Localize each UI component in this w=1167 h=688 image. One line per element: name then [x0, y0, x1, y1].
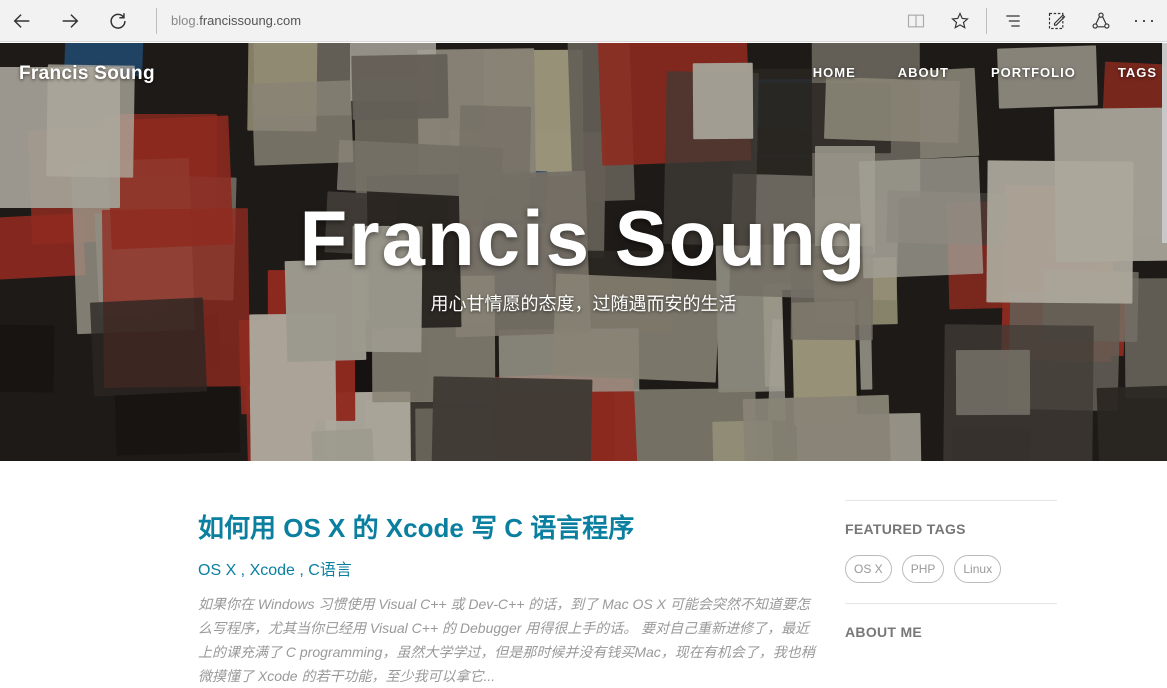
back-button[interactable]	[2, 0, 42, 42]
post-tags[interactable]: OS X , Xcode , C语言	[198, 556, 818, 580]
about-me-heading: ABOUT ME	[845, 624, 923, 640]
reading-view-button[interactable]	[894, 0, 938, 42]
more-button[interactable]: ···	[1123, 0, 1167, 42]
address-bar[interactable]: blog.francissoung.com	[171, 8, 894, 34]
post-title-link[interactable]: 如何用 OS X 的 Xcode 写 C 语言程序	[198, 512, 818, 544]
browser-tools: ···	[894, 0, 1167, 42]
tag-osx[interactable]: OS X	[845, 555, 892, 583]
tools-divider	[986, 7, 987, 34]
nav-home[interactable]: HOME	[813, 65, 856, 80]
arrow-right-icon	[62, 13, 79, 28]
featured-tags-heading: FEATURED TAGS	[845, 521, 966, 537]
page-scrollbar[interactable]	[1162, 43, 1167, 243]
featured-tags-list: OS X PHP Linux	[845, 555, 1057, 583]
hero-title: Francis Soung	[299, 194, 868, 282]
browser-toolbar: blog.francissoung.com ···	[0, 0, 1167, 42]
refresh-icon	[110, 12, 126, 29]
hamburger-icon	[1006, 14, 1020, 27]
post-preview: 如何用 OS X 的 Xcode 写 C 语言程序 OS X , Xcode ,…	[198, 512, 818, 688]
sidebar-divider	[845, 603, 1057, 604]
tag-php[interactable]: PHP	[901, 555, 945, 583]
hero-banner: Francis Soung HOME ABOUT PORTFOLIO TAGS …	[0, 43, 1167, 461]
more-dots-icon: ···	[1133, 10, 1157, 30]
address-divider	[156, 7, 157, 34]
forward-button[interactable]	[50, 0, 90, 42]
post-excerpt[interactable]: 如果你在 Windows 习惯使用 Visual C++ 或 Dev-C++ 的…	[198, 592, 818, 688]
url-host: francissoung.com	[199, 12, 302, 28]
book-icon	[907, 14, 925, 27]
arrow-left-icon	[13, 13, 30, 28]
top-navigation: HOME ABOUT PORTFOLIO TAGS	[771, 65, 1157, 80]
pen-note-icon	[1048, 12, 1066, 29]
hero-subtitle: 用心甘情愿的态度，过随遇而安的生活	[430, 294, 737, 314]
tag-linux[interactable]: Linux	[954, 555, 1002, 583]
url-prefix: blog.	[171, 12, 200, 28]
sidebar: FEATURED TAGS OS X PHP Linux ABOUT ME	[845, 500, 1057, 640]
nav-tags[interactable]: TAGS	[1118, 65, 1157, 80]
star-icon	[951, 11, 969, 29]
refresh-button[interactable]	[98, 0, 138, 42]
share-button[interactable]	[1079, 0, 1123, 42]
nav-about[interactable]: ABOUT	[898, 65, 949, 80]
hub-button[interactable]	[991, 0, 1035, 42]
site-brand-link[interactable]: Francis Soung	[19, 63, 155, 85]
web-note-button[interactable]	[1035, 0, 1079, 42]
nav-portfolio[interactable]: PORTFOLIO	[991, 65, 1076, 80]
share-icon	[1092, 12, 1110, 29]
favorite-button[interactable]	[938, 0, 982, 42]
sidebar-divider	[845, 500, 1057, 501]
